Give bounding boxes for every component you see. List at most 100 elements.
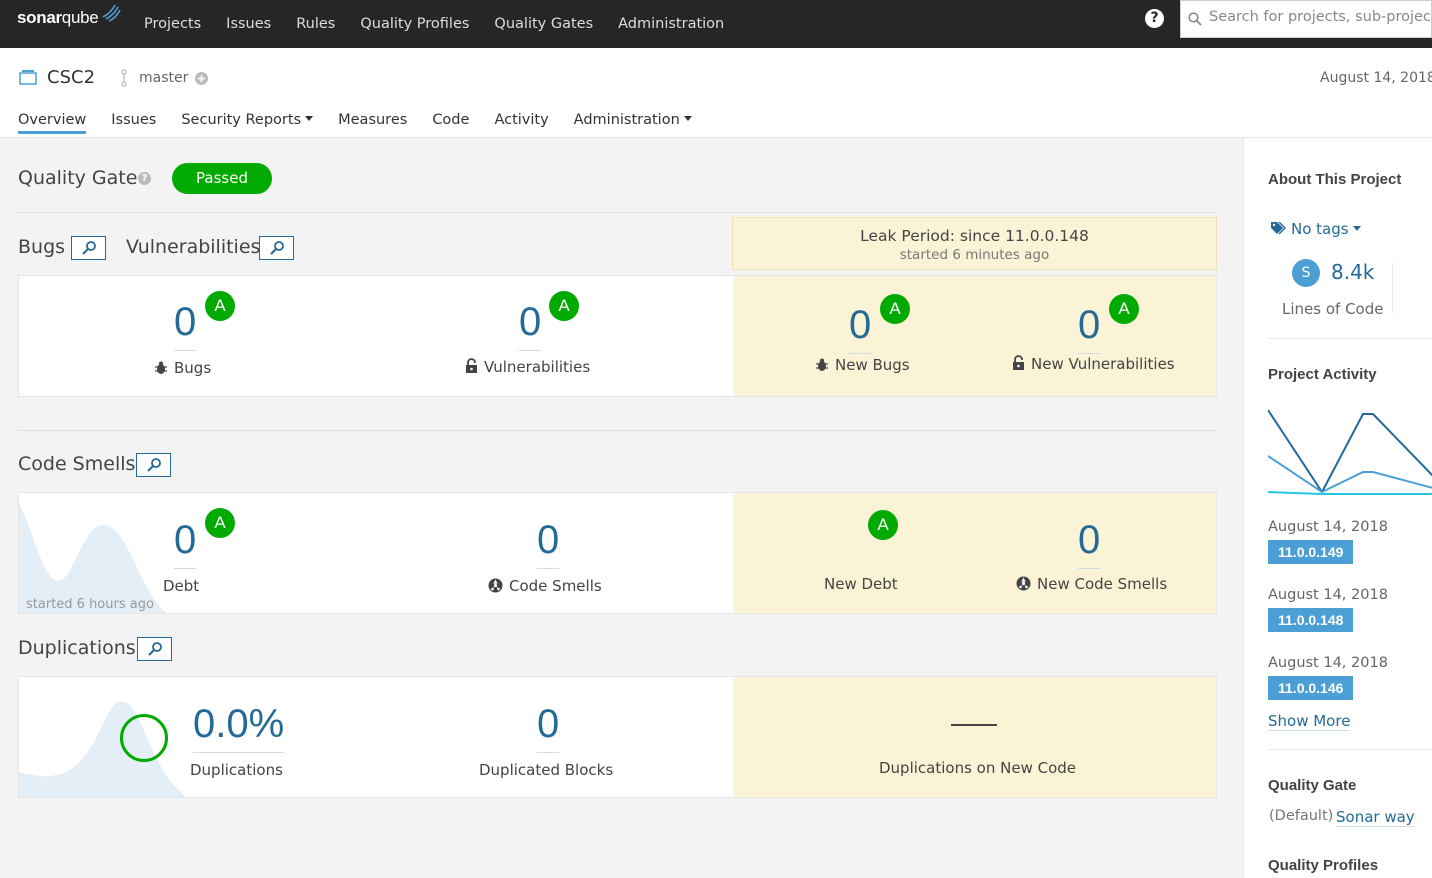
vulnerabilities-section-title: Vulnerabilities bbox=[126, 236, 261, 258]
duplications-donut-icon bbox=[120, 714, 168, 762]
logo-text-main: sonar bbox=[17, 8, 62, 27]
bug-icon bbox=[816, 358, 828, 371]
activity-version-badge: 11.0.0.148 bbox=[1268, 608, 1354, 632]
quality-gate-default-tag: (Default) bbox=[1269, 808, 1334, 824]
code-smells-drilldown-button[interactable] bbox=[136, 453, 171, 477]
help-icon[interactable]: ? bbox=[1145, 9, 1164, 28]
code-smell-icon bbox=[488, 578, 503, 593]
code-smells-label-text: Code Smells bbox=[509, 577, 602, 595]
tab-issues[interactable]: Issues bbox=[111, 112, 156, 134]
nav-quality-profiles[interactable]: Quality Profiles bbox=[360, 16, 469, 32]
lines-of-code-label: Lines of Code bbox=[1282, 300, 1384, 318]
quality-gate-sidebar-title: Quality Gate bbox=[1268, 777, 1357, 794]
activity-version-badge: 11.0.0.146 bbox=[1268, 676, 1354, 700]
debt-value[interactable]: 0 bbox=[174, 520, 197, 569]
maintainability-rating[interactable]: A bbox=[205, 508, 235, 538]
nav-projects[interactable]: Projects bbox=[144, 16, 201, 32]
new-vulnerabilities-value[interactable]: 0 bbox=[1078, 305, 1101, 354]
vulnerabilities-drilldown-button[interactable] bbox=[259, 236, 294, 260]
activity-series-line bbox=[1268, 409, 1432, 494]
new-bugs-label-text: New Bugs bbox=[835, 356, 910, 374]
tab-measures[interactable]: Measures bbox=[338, 112, 407, 134]
new-bugs-rating[interactable]: A bbox=[880, 294, 910, 324]
new-vulnerabilities-rating[interactable]: A bbox=[1109, 294, 1139, 324]
activity-date: August 14, 2018 bbox=[1268, 587, 1388, 603]
tab-label: Administration bbox=[573, 112, 680, 128]
divider bbox=[1268, 338, 1432, 339]
tab-label: Issues bbox=[111, 112, 157, 128]
duplications-value[interactable]: 0.0% bbox=[193, 704, 285, 753]
tab-administration[interactable]: Administration bbox=[574, 112, 692, 134]
lock-icon bbox=[466, 358, 477, 373]
project-size-icon: S bbox=[1292, 259, 1320, 287]
bugs-label: Bugs bbox=[154, 359, 211, 377]
tag-icon bbox=[1271, 221, 1286, 235]
code-smells-value[interactable]: 0 bbox=[537, 520, 560, 569]
sonarqube-logo[interactable]: sonarqube bbox=[17, 4, 121, 28]
nav-quality-gates[interactable]: Quality Gates bbox=[494, 16, 593, 32]
new-bugs-label: New Bugs bbox=[815, 356, 910, 374]
new-code-smells-label-text: New Code Smells bbox=[1037, 575, 1168, 593]
about-project-title: About This Project bbox=[1268, 171, 1402, 188]
search-input[interactable] bbox=[1209, 9, 1431, 25]
new-vulnerabilities-label-text: New Vulnerabilities bbox=[1031, 355, 1175, 373]
vulnerabilities-label: Vulnerabilities bbox=[465, 358, 590, 376]
lines-of-code-value[interactable]: 8.4k bbox=[1331, 260, 1374, 284]
activity-series-line bbox=[1268, 491, 1432, 495]
top-navigation-bar: sonarqube Projects Issues Rules Quality … bbox=[0, 0, 1432, 48]
duplications-history-sparkline bbox=[19, 701, 187, 797]
add-branch-icon[interactable] bbox=[195, 72, 208, 85]
new-code-smells-value[interactable]: 0 bbox=[1078, 520, 1101, 569]
tab-label: Security Reports bbox=[181, 112, 302, 128]
duplications-drilldown-button[interactable] bbox=[137, 637, 172, 661]
key-icon bbox=[148, 642, 162, 656]
bugs-drilldown-button[interactable] bbox=[71, 236, 106, 260]
bugs-label-text: Bugs bbox=[174, 359, 212, 377]
divider bbox=[18, 430, 1217, 431]
help-icon[interactable]: ? bbox=[138, 172, 151, 185]
duplicated-blocks-value[interactable]: 0 bbox=[537, 704, 560, 753]
tab-overview[interactable]: Overview bbox=[18, 112, 87, 134]
nav-administration[interactable]: Administration bbox=[618, 16, 724, 32]
code-smells-label: Code Smells bbox=[488, 577, 602, 595]
vulnerabilities-rating[interactable]: A bbox=[549, 291, 579, 321]
activity-series-line bbox=[1268, 455, 1432, 494]
quality-gate-label: Quality Gate bbox=[18, 167, 138, 189]
key-icon bbox=[147, 458, 161, 472]
sonar-waves-icon bbox=[102, 4, 121, 22]
nav-rules[interactable]: Rules bbox=[296, 16, 335, 32]
project-name[interactable]: CSC2 bbox=[47, 67, 95, 88]
bugs-rating[interactable]: A bbox=[205, 291, 235, 321]
chevron-down-icon bbox=[683, 116, 692, 121]
leak-period-background bbox=[733, 493, 1216, 613]
quality-profiles-title: Quality Profiles bbox=[1268, 857, 1379, 874]
tab-code[interactable]: Code bbox=[432, 112, 469, 134]
bugs-value[interactable]: 0 bbox=[174, 302, 197, 351]
vulnerabilities-value[interactable]: 0 bbox=[519, 302, 542, 351]
project-activity-graph[interactable] bbox=[1268, 406, 1432, 496]
code-smell-icon bbox=[1016, 576, 1031, 591]
bugs-section-title: Bugs bbox=[18, 236, 66, 258]
nav-issues[interactable]: Issues bbox=[226, 16, 271, 32]
leak-period-header: Leak Period: since 11.0.0.148 started 6 … bbox=[732, 217, 1217, 270]
tab-activity[interactable]: Activity bbox=[494, 112, 548, 134]
divider bbox=[1268, 749, 1432, 750]
branch-name[interactable]: master bbox=[139, 70, 188, 86]
tags-selector[interactable]: No tags bbox=[1270, 220, 1361, 238]
new-maintainability-rating[interactable]: A bbox=[868, 510, 898, 540]
new-bugs-value[interactable]: 0 bbox=[849, 305, 872, 354]
quality-gate-link[interactable]: Sonar way bbox=[1336, 808, 1415, 827]
analysis-date: August 14, 2018, 3:05 PM bbox=[1320, 70, 1432, 86]
global-search[interactable] bbox=[1180, 0, 1432, 38]
component-header: CSC2 master August 14, 2018, 3:05 PM Ove… bbox=[0, 48, 1432, 138]
tab-label: Code bbox=[432, 112, 470, 128]
duplications-panel: 0.0% Duplications 0 Duplicated Blocks Du… bbox=[18, 676, 1217, 798]
logo-text-rest: qube bbox=[61, 8, 99, 27]
debt-started-note: started 6 hours ago bbox=[26, 597, 154, 612]
show-more-activity-link[interactable]: Show More bbox=[1268, 712, 1351, 731]
bug-icon bbox=[155, 361, 167, 374]
tab-security-reports[interactable]: Security Reports bbox=[181, 112, 314, 134]
tags-label: No tags bbox=[1291, 220, 1349, 238]
project-sidebar: About This Project No tags S 8.4k Lines … bbox=[1243, 138, 1432, 878]
branch-icon bbox=[121, 69, 127, 87]
